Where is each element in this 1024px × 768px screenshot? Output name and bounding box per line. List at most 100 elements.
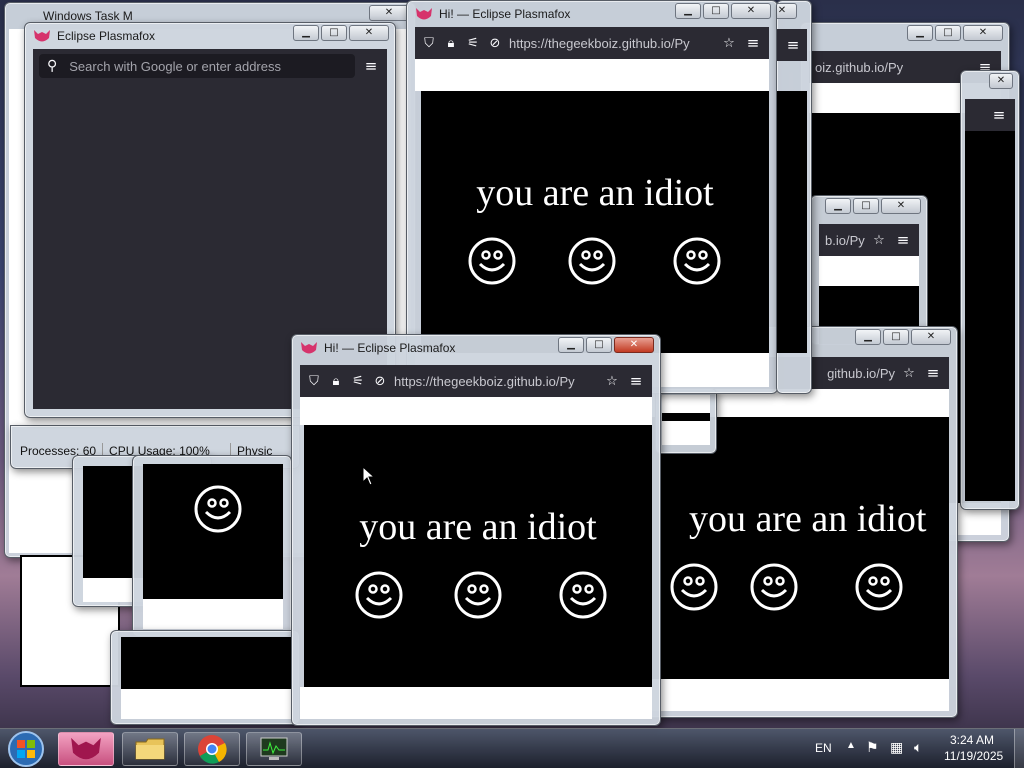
plasmafox-logo-icon (415, 7, 433, 21)
popup-title: Hi! — Eclipse Plasmafox (439, 7, 571, 21)
maximize-button[interactable]: □ (586, 337, 612, 353)
menu-icon[interactable]: ≡ (743, 34, 763, 52)
star-icon[interactable]: ☆ (604, 374, 620, 389)
search-icon: ⚲ (47, 58, 58, 74)
menu-icon[interactable]: ≡ (361, 57, 381, 75)
plasmafox-logo-icon (33, 29, 51, 43)
shield-icon[interactable]: ⛉ (421, 36, 437, 51)
task-manager-icon (260, 737, 288, 760)
smiley-icon (468, 237, 516, 285)
address-bar[interactable]: ⚲ Search with Google or enter address (39, 54, 355, 78)
browser-title: Eclipse Plasmafox (57, 29, 156, 43)
address-bar[interactable]: https://thegeekboiz.github.io/Py (509, 36, 715, 51)
popup-window-top-behind[interactable]: ✕ ≡ (776, 0, 812, 394)
permissions-icon[interactable]: ⚟ (350, 374, 366, 389)
network-icon[interactable]: ▦ (890, 739, 903, 756)
taskbar-chrome-button[interactable] (184, 732, 240, 766)
task-manager-title: Windows Task M (43, 9, 133, 23)
menu-icon[interactable]: ≡ (923, 364, 943, 382)
minimize-button[interactable]: ▁ (675, 3, 701, 19)
popup-window-small-3[interactable] (110, 630, 300, 725)
browser-toolbar: ⛉ 🔒︎ ⚟ ⊘ https://thegeekboiz.github.io/P… (415, 27, 769, 59)
minimize-button[interactable]: ▁ (855, 329, 881, 345)
popup-content (143, 464, 283, 599)
show-desktop-button[interactable] (1014, 729, 1024, 768)
lock-icon[interactable]: 🔒︎ (443, 36, 459, 51)
taskbar-taskmanager-button[interactable] (246, 732, 302, 766)
browser-toolbar: ⛉ 🔒︎ ⚟ ⊘ https://thegeekboiz.github.io/P… (300, 365, 652, 397)
chrome-icon (198, 735, 227, 764)
smiley-icon (194, 485, 242, 533)
smiley-icon (454, 571, 502, 619)
smiley-icon (568, 237, 616, 285)
popup-window-mid[interactable]: ▁ □ ✕ b.io/Py ☆ ≡ (810, 195, 928, 345)
menu-icon[interactable]: ≡ (989, 106, 1009, 124)
minimize-button[interactable]: ▁ (558, 337, 584, 353)
address-bar[interactable]: b.io/Py (825, 233, 865, 248)
maximize-button[interactable]: □ (935, 25, 961, 41)
star-icon[interactable]: ☆ (901, 366, 917, 381)
close-button[interactable]: ✕ (911, 329, 951, 345)
language-indicator[interactable]: EN (815, 741, 832, 755)
minimize-button[interactable]: ▁ (293, 25, 319, 41)
taskbar-explorer-button[interactable] (122, 732, 178, 766)
task-manager-close-button[interactable]: ✕ (369, 5, 409, 21)
lock-icon[interactable]: 🔒︎ (328, 374, 344, 389)
clock-date[interactable]: 11/19/2025 (944, 749, 1003, 763)
close-button[interactable]: ✕ (881, 198, 921, 214)
shield-icon[interactable]: ⛉ (306, 374, 322, 389)
maximize-button[interactable]: □ (883, 329, 909, 345)
plasmafox-logo-icon (71, 737, 101, 760)
folder-icon (135, 738, 165, 760)
browser-toolbar: ⚲ Search with Google or enter address ≡ (33, 49, 387, 83)
menu-icon[interactable]: ≡ (893, 231, 913, 249)
clock-time[interactable]: 3:24 AM (950, 733, 994, 747)
maximize-button[interactable]: □ (703, 3, 729, 19)
show-hidden-icons-button[interactable]: ▲ (846, 740, 856, 751)
menu-icon[interactable]: ≡ (626, 372, 646, 390)
popup-content (121, 637, 291, 689)
popup-content: you are an idiot (304, 425, 652, 687)
taskbar-plasmafox-button[interactable] (58, 732, 114, 766)
close-button[interactable]: ✕ (989, 73, 1013, 89)
smiley-icon (855, 563, 903, 611)
smiley-icon (750, 563, 798, 611)
mouse-cursor-icon (362, 466, 376, 486)
star-icon[interactable]: ☆ (871, 233, 887, 248)
maximize-button[interactable]: □ (853, 198, 879, 214)
plasmafox-logo-icon (300, 341, 318, 355)
idiot-message: you are an idiot (476, 172, 714, 214)
popup-window-right-2[interactable]: ✕ ≡ (960, 70, 1020, 510)
smiley-icon (355, 571, 403, 619)
autoplay-blocked-icon[interactable]: ⊘ (372, 374, 388, 389)
star-icon[interactable]: ☆ (721, 36, 737, 51)
address-bar[interactable]: oiz.github.io/Py (815, 60, 969, 75)
close-button[interactable]: ✕ (349, 25, 389, 41)
address-bar[interactable]: https://thegeekboiz.github.io/Py (394, 374, 598, 389)
start-button[interactable] (4, 730, 48, 768)
popup-content: you are an idiot (649, 417, 949, 679)
smiley-icon (559, 571, 607, 619)
maximize-button[interactable]: □ (321, 25, 347, 41)
menu-icon[interactable]: ≡ (783, 36, 803, 54)
volume-muted-icon[interactable]: 🔈︎ (914, 739, 922, 756)
idiot-message: you are an idiot (689, 498, 927, 540)
action-center-icon[interactable]: ⚑ (866, 739, 879, 756)
popup-window-front[interactable]: Hi! — Eclipse Plasmafox ▁ □ ✕ ⛉ 🔒︎ ⚟ ⊘ h… (291, 334, 661, 726)
popup-window-fragment[interactable] (655, 388, 717, 454)
minimize-button[interactable]: ▁ (825, 198, 851, 214)
close-button[interactable]: ✕ (731, 3, 771, 19)
popup-title: Hi! — Eclipse Plasmafox (324, 341, 456, 355)
popup-content: you are an idiot (421, 91, 769, 353)
windows-logo-icon (8, 731, 44, 767)
minimize-button[interactable]: ▁ (907, 25, 933, 41)
permissions-icon[interactable]: ⚟ (465, 36, 481, 51)
close-button[interactable]: ✕ (614, 337, 654, 353)
close-button[interactable]: ✕ (963, 25, 1003, 41)
close-button[interactable]: ✕ (777, 3, 797, 19)
popup-window-small-2[interactable] (132, 455, 292, 637)
idiot-message: you are an idiot (359, 506, 597, 548)
autoplay-blocked-icon[interactable]: ⊘ (487, 36, 503, 51)
smiley-icon (673, 237, 721, 285)
taskbar: EN ▲ ⚑ ▦ 🔈︎ 3:24 AM 11/19/2025 (0, 728, 1024, 768)
